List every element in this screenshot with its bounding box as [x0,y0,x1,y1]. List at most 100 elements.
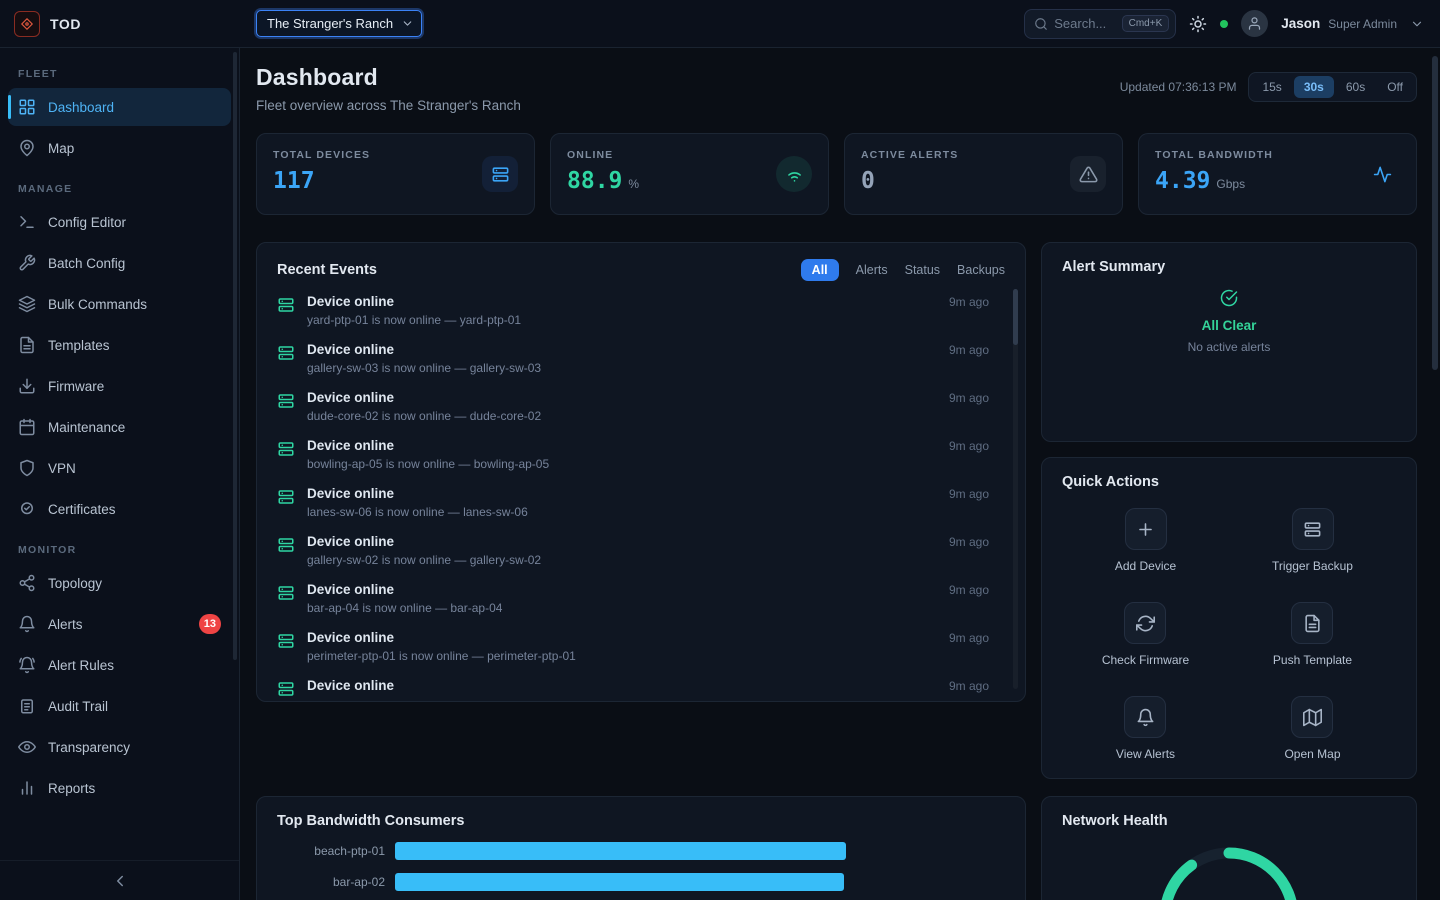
sun-icon [1189,15,1207,33]
sidebar-item-label: Alerts [48,617,83,632]
sidebar-item-batch-config[interactable]: Batch Config [8,244,231,282]
quick-action-push-template[interactable]: Push Template [1273,602,1352,667]
updated-timestamp: Updated 07:36:13 PM [1120,80,1237,94]
sidebar-item-maintenance[interactable]: Maintenance [8,408,231,446]
check-circle-icon [1220,289,1238,307]
quick-action-check-firmware[interactable]: Check Firmware [1102,602,1189,667]
sidebar-item-alert-rules[interactable]: Alert Rules [8,646,231,684]
event-row[interactable]: Device online gallery-sw-03 is now onlin… [277,339,1005,387]
sidebar-item-firmware[interactable]: Firmware [8,367,231,405]
event-title: Device online [307,438,949,453]
bandwidth-device-label: beach-ptp-01 [277,844,385,858]
stat-value: 117 [273,168,315,194]
quick-action-trigger-backup[interactable]: Trigger Backup [1272,508,1353,573]
alert-summary-title: Alert Summary [1062,259,1396,275]
stat-label: ONLINE [567,149,812,161]
quick-action-view-alerts[interactable]: View Alerts [1116,696,1175,761]
sidebar-item-vpn[interactable]: VPN [8,449,231,487]
event-time: 9m ago [949,679,989,693]
interval-60s[interactable]: 60s [1336,76,1375,98]
sidebar-item-label: Maintenance [48,420,125,435]
page-title: Dashboard [256,64,521,91]
filter-all[interactable]: All [801,259,839,281]
site-selector[interactable]: The Stranger's Ranch [256,10,422,37]
sidebar-item-label: Topology [48,576,102,591]
layers-icon [18,295,36,313]
chevron-down-icon [401,17,414,30]
event-row[interactable]: Device online dude-core-02 is now online… [277,387,1005,435]
event-row[interactable]: Device online lanes-sw-06 is now online … [277,483,1005,531]
filter-alerts[interactable]: Alerts [856,263,888,277]
sidebar-item-map[interactable]: Map [8,129,231,167]
quick-action-add-device[interactable]: Add Device [1115,508,1176,573]
stat-online: ONLINE 88.9 % [550,133,829,215]
quick-action-open-map[interactable]: Open Map [1284,696,1340,761]
filter-status[interactable]: Status [905,263,940,277]
event-row[interactable]: Device online perimeter-ptp-01 is now on… [277,627,1005,675]
event-time: 9m ago [949,343,989,357]
stat-total-devices: TOTAL DEVICES 117 [256,133,535,215]
sidebar-item-certificates[interactable]: Certificates [8,490,231,528]
sidebar-item-label: Bulk Commands [48,297,147,312]
app-name: TOD [50,16,81,32]
sidebar-item-audit-trail[interactable]: Audit Trail [8,687,231,725]
events-scrollbar[interactable] [1013,289,1018,689]
bell-icon [18,615,36,633]
sidebar-item-label: Firmware [48,379,104,394]
interval-off[interactable]: Off [1377,76,1413,98]
brand: TOD [0,11,240,37]
filter-backups[interactable]: Backups [957,263,1005,277]
user-role: Super Admin [1328,17,1397,31]
event-detail: dude-core-02 is now online — dude-core-0… [307,409,949,423]
events-scrollbar-thumb[interactable] [1013,289,1018,345]
event-row[interactable]: Device online gallery-sw-02 is now onlin… [277,531,1005,579]
quick-action-label: Add Device [1115,559,1176,573]
event-detail: lanes-sw-06 is now online — lanes-sw-06 [307,505,949,519]
sidebar-collapse-button[interactable] [0,860,239,900]
page-scrollbar[interactable] [1432,56,1438,370]
theme-toggle-button[interactable] [1189,15,1207,33]
sidebar-item-topology[interactable]: Topology [8,564,231,602]
user-menu-button[interactable] [1410,17,1424,31]
sidebar-item-transparency[interactable]: Transparency [8,728,231,766]
sidebar-item-dashboard[interactable]: Dashboard [8,88,231,126]
event-title: Device online [307,342,949,357]
stat-value: 0 [861,168,875,194]
event-row[interactable]: Device online bowling-ap-05 is now onlin… [277,435,1005,483]
server-icon [277,584,295,602]
interval-30s[interactable]: 30s [1294,76,1334,98]
stat-total-bandwidth: TOTAL BANDWIDTH 4.39 Gbps [1138,133,1417,215]
sidebar-item-config-editor[interactable]: Config Editor [8,203,231,241]
event-row[interactable]: Device online 9m ago [277,675,1005,702]
event-detail: bar-ap-04 is now online — bar-ap-04 [307,601,949,615]
search-input[interactable] [1054,16,1115,31]
interval-15s[interactable]: 15s [1252,76,1291,98]
sidebar-section-manage: MANAGE [18,183,221,195]
grid-icon [18,98,36,116]
avatar[interactable] [1241,10,1268,37]
main-content: Dashboard Fleet overview across The Stra… [240,48,1440,900]
bandwidth-title: Top Bandwidth Consumers [277,813,1005,829]
sidebar-item-templates[interactable]: Templates [8,326,231,364]
sidebar-section-fleet: FLEET [18,68,221,80]
server-icon [277,488,295,506]
event-time: 9m ago [949,487,989,501]
sidebar-item-reports[interactable]: Reports [8,769,231,807]
sidebar-item-bulk-commands[interactable]: Bulk Commands [8,285,231,323]
sidebar-item-label: Templates [48,338,110,353]
event-time: 9m ago [949,631,989,645]
quick-actions-title: Quick Actions [1062,474,1396,490]
connection-status-dot [1220,20,1228,28]
bar-chart-icon [18,779,36,797]
event-row[interactable]: Device online yard-ptp-01 is now online … [277,291,1005,339]
wifi-icon [776,156,812,192]
event-row[interactable]: Device online bar-ap-04 is now online — … [277,579,1005,627]
sidebar-item-alerts[interactable]: Alerts 13 [8,605,231,643]
search-icon [1034,17,1048,31]
chevron-down-icon [1410,17,1424,31]
network-health-gauge [1149,837,1309,900]
user-icon [1247,16,1262,31]
stat-cards: TOTAL DEVICES 117 ONLINE 88.9 % ACTIVE A… [256,133,1417,215]
sidebar-scrollbar[interactable] [233,52,237,660]
search-box[interactable]: Cmd+K [1024,9,1176,39]
